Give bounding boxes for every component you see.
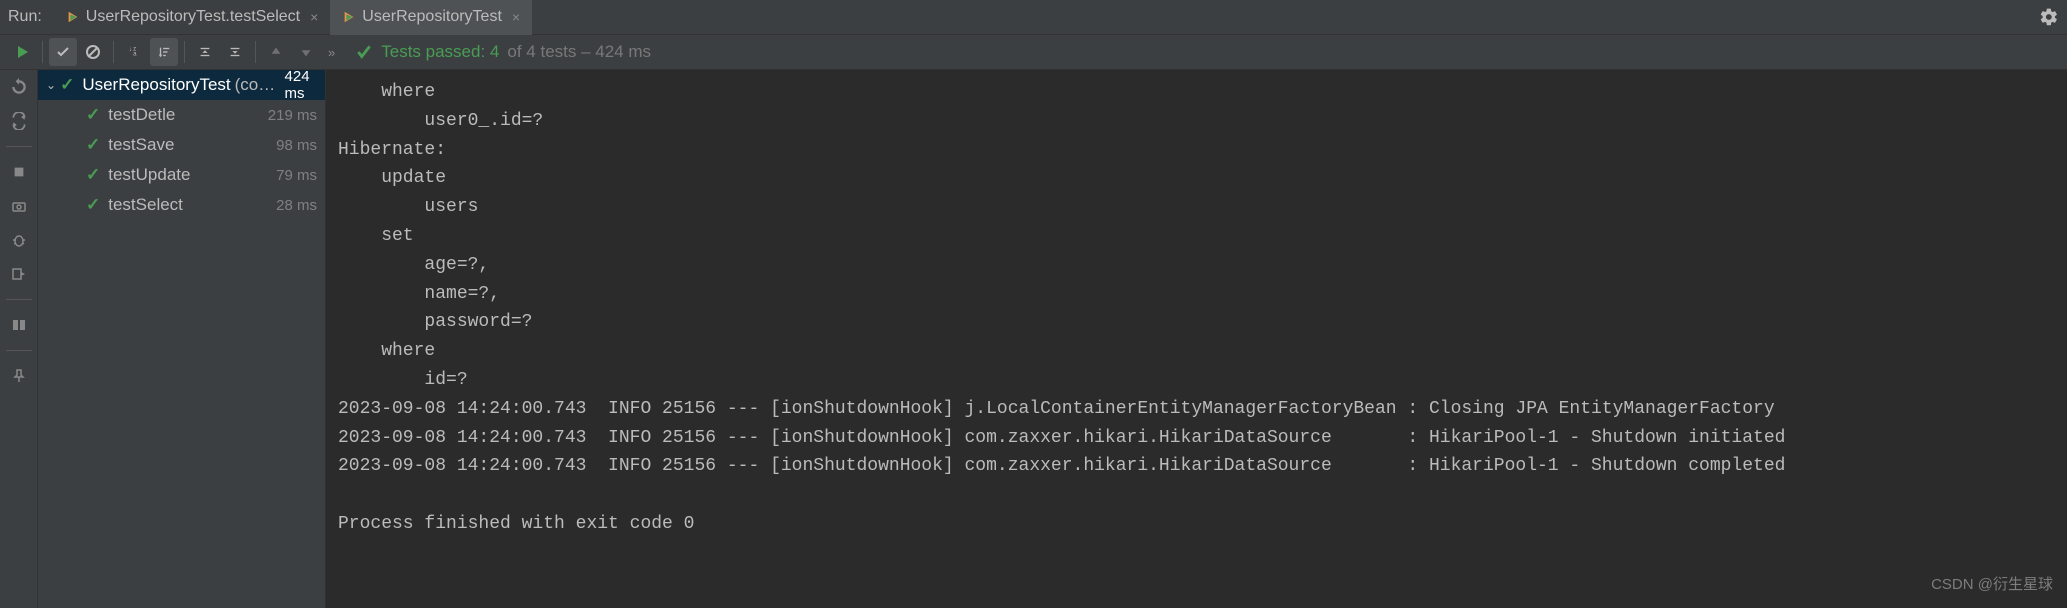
separator xyxy=(6,299,32,300)
separator xyxy=(42,41,43,63)
next-failed-button[interactable] xyxy=(292,38,320,66)
test-name: testSelect xyxy=(108,195,183,215)
left-gutter xyxy=(0,70,38,608)
status-label: Tests passed: xyxy=(381,42,485,61)
dump-threads-icon[interactable] xyxy=(6,193,32,219)
console-output[interactable]: where user0_.id=? Hibernate: update user… xyxy=(326,70,2067,608)
test-class-name: UserRepositoryTest xyxy=(82,75,230,95)
separator xyxy=(184,41,185,63)
separator xyxy=(6,146,32,147)
test-time: 98 ms xyxy=(276,137,317,154)
check-icon: ✓ xyxy=(86,105,100,125)
check-icon xyxy=(355,43,373,61)
rerun-button[interactable] xyxy=(8,38,36,66)
tab-label: UserRepositoryTest xyxy=(362,8,502,26)
bug-icon[interactable] xyxy=(6,227,32,253)
tab-run-config-1[interactable]: UserRepositoryTest × xyxy=(330,0,532,35)
run-config-icon xyxy=(66,10,80,24)
rerun-failed-icon[interactable] xyxy=(6,74,32,100)
test-toolbar: ↓az » Tests passed: 4 of 4 tests – 424 m… xyxy=(0,35,2067,70)
separator xyxy=(6,350,32,351)
tree-root[interactable]: ⌄ ✓ UserRepositoryTest (com.exar 424 ms xyxy=(38,70,325,100)
expand-all-button[interactable] xyxy=(191,38,219,66)
chevron-down-icon[interactable]: ⌄ xyxy=(46,78,56,92)
close-icon[interactable]: × xyxy=(310,9,318,25)
test-class-time: 424 ms xyxy=(285,70,317,102)
prev-failed-button[interactable] xyxy=(262,38,290,66)
stop-icon[interactable] xyxy=(6,159,32,185)
layout-icon[interactable] xyxy=(6,312,32,338)
tree-item[interactable]: ✓ testSave 98 ms xyxy=(38,130,325,160)
test-name: testSave xyxy=(108,135,174,155)
exit-icon[interactable] xyxy=(6,261,32,287)
tree-item[interactable]: ✓ testDetle 219 ms xyxy=(38,100,325,130)
run-label: Run: xyxy=(8,8,42,26)
show-passed-button[interactable] xyxy=(49,38,77,66)
check-icon: ✓ xyxy=(86,135,100,155)
test-time: 219 ms xyxy=(268,107,317,124)
run-config-icon xyxy=(342,10,356,24)
tab-label: UserRepositoryTest.testSelect xyxy=(86,8,300,26)
gear-icon[interactable] xyxy=(2039,7,2059,27)
passed-count: 4 xyxy=(490,42,499,61)
close-icon[interactable]: × xyxy=(512,9,520,25)
sort-alpha-button[interactable]: ↓az xyxy=(120,38,148,66)
svg-text:z: z xyxy=(133,45,136,52)
collapse-all-button[interactable] xyxy=(221,38,249,66)
tab-run-config-0[interactable]: UserRepositoryTest.testSelect × xyxy=(54,0,331,35)
sort-duration-button[interactable] xyxy=(150,38,178,66)
check-icon: ✓ xyxy=(86,165,100,185)
svg-text:↓: ↓ xyxy=(129,46,132,53)
watermark: CSDN @衍生星球 xyxy=(1931,573,2053,594)
test-name: testDetle xyxy=(108,105,175,125)
toggle-auto-test-icon[interactable] xyxy=(6,108,32,134)
test-time: 28 ms xyxy=(276,197,317,214)
separator xyxy=(113,41,114,63)
main-area: ⌄ ✓ UserRepositoryTest (com.exar 424 ms … xyxy=(0,70,2067,608)
check-icon: ✓ xyxy=(60,75,74,95)
tree-item[interactable]: ✓ testUpdate 79 ms xyxy=(38,160,325,190)
test-class-pkg: (com.exar xyxy=(235,75,285,95)
test-time: 79 ms xyxy=(276,167,317,184)
show-ignored-button[interactable] xyxy=(79,38,107,66)
separator xyxy=(255,41,256,63)
tree-item[interactable]: ✓ testSelect 28 ms xyxy=(38,190,325,220)
status-suffix: of 4 tests – 424 ms xyxy=(507,42,651,62)
pin-icon[interactable] xyxy=(6,363,32,389)
run-tab-bar: Run: UserRepositoryTest.testSelect × Use… xyxy=(0,0,2067,35)
test-tree: ⌄ ✓ UserRepositoryTest (com.exar 424 ms … xyxy=(38,70,326,608)
check-icon: ✓ xyxy=(86,195,100,215)
test-name: testUpdate xyxy=(108,165,190,185)
overflow-icon[interactable]: » xyxy=(328,45,335,60)
test-status: Tests passed: 4 of 4 tests – 424 ms xyxy=(355,42,651,62)
